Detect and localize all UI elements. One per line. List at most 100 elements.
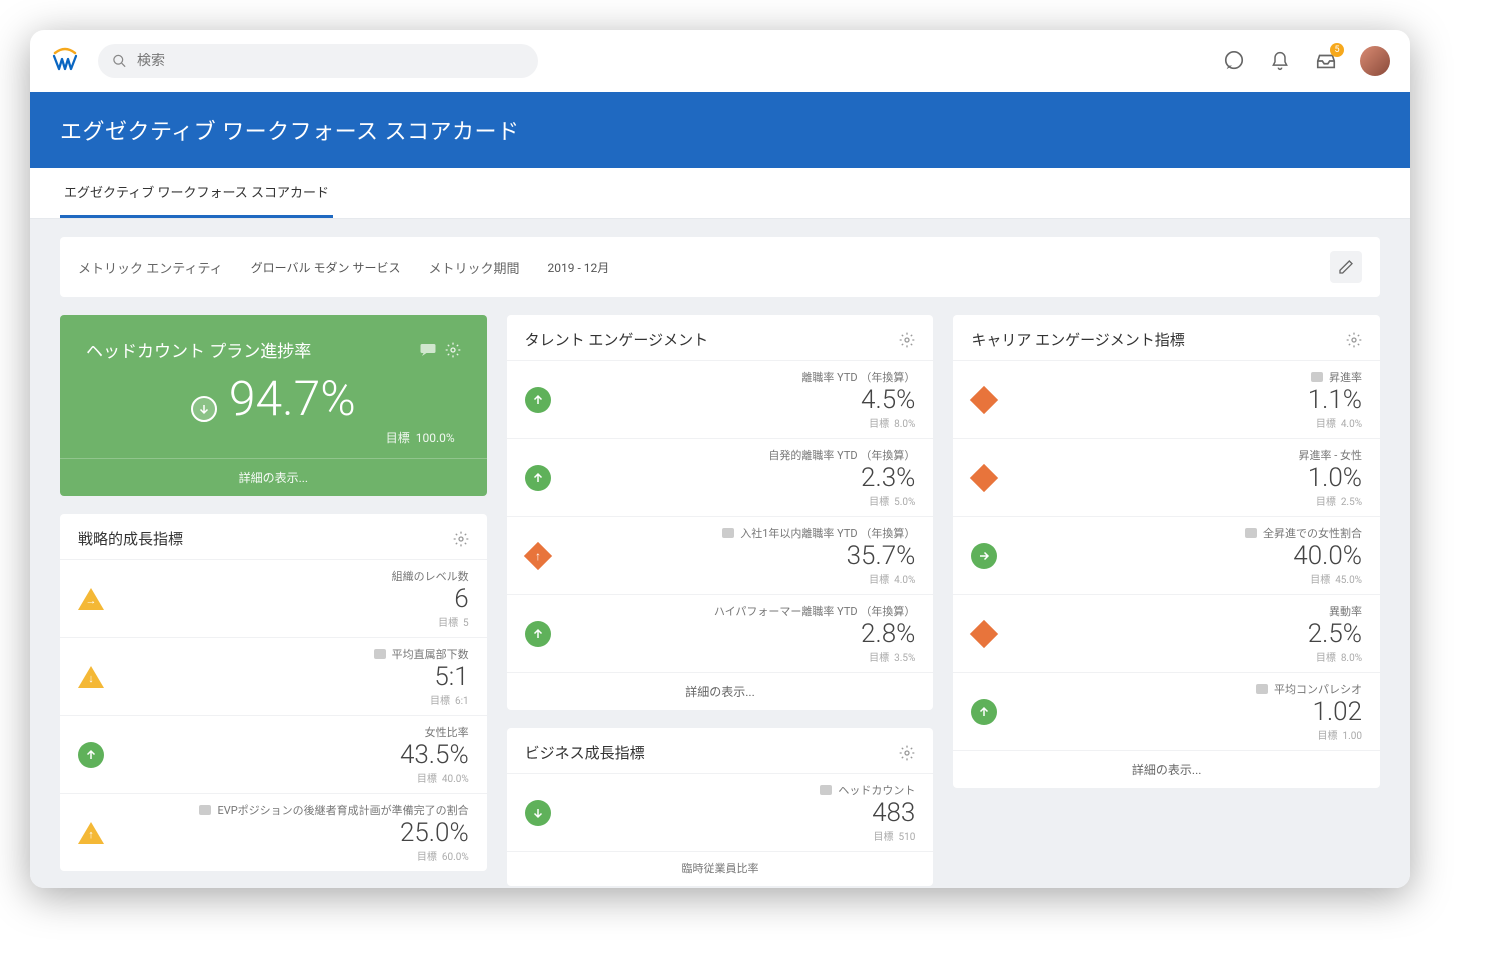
metric-target: 目標 5.0% bbox=[565, 493, 916, 508]
diamond-alert-icon: ↑ bbox=[525, 543, 551, 569]
tab-row: エグゼクティブ ワークフォース スコアカード bbox=[30, 168, 1410, 219]
metric-label: 自発的離職率 YTD （年換算） bbox=[565, 447, 916, 463]
details-link[interactable]: 詳細の表示... bbox=[507, 672, 934, 710]
trend-up-icon bbox=[525, 621, 551, 647]
metric-label: 臨時従業員比率 bbox=[525, 860, 916, 876]
metric-row: ↑ EVPポジションの後継者育成計画が準備完了の割合 25.0% 目標 60.0… bbox=[60, 793, 487, 871]
metric-target: 目標 60.0% bbox=[118, 848, 469, 863]
avatar[interactable] bbox=[1360, 46, 1390, 76]
metric-value: 25.0% bbox=[118, 820, 469, 846]
metric-row: 女性比率 43.5% 目標 40.0% bbox=[60, 715, 487, 793]
metric-label: ヘッドカウント bbox=[565, 782, 916, 798]
metric-value: 2.3% bbox=[565, 465, 916, 491]
trend-right-icon bbox=[971, 543, 997, 569]
gear-icon[interactable] bbox=[899, 332, 915, 348]
details-link[interactable]: 詳細の表示... bbox=[953, 750, 1380, 788]
comment-icon[interactable] bbox=[1256, 684, 1268, 694]
trend-up-icon bbox=[78, 742, 104, 768]
card-strategic-growth: 戦略的成長指標 → 組織のレベル数 6 目標 5 ↓ bbox=[60, 514, 487, 871]
metric-row: → 組織のレベル数 6 目標 5 bbox=[60, 559, 487, 637]
metric-label: 異動率 bbox=[1011, 603, 1362, 619]
metric-value: 5:1 bbox=[118, 664, 469, 690]
metric-label: 平均直属部下数 bbox=[118, 646, 469, 662]
bell-icon[interactable] bbox=[1268, 49, 1292, 73]
metric-target: 目標 2.5% bbox=[1011, 493, 1362, 508]
edit-button[interactable] bbox=[1330, 251, 1362, 283]
card-business-growth: ビジネス成長指標 ヘッドカウント 483 目標 510 臨時従業員比率 bbox=[507, 728, 934, 886]
metric-label: 昇進率 - 女性 bbox=[1011, 447, 1362, 463]
comment-icon[interactable] bbox=[374, 649, 386, 659]
pencil-icon bbox=[1338, 259, 1354, 275]
trend-up-icon bbox=[525, 387, 551, 413]
metric-value: 1.1% bbox=[1011, 387, 1362, 413]
metric-row: ↓ 平均直属部下数 5:1 目標 6:1 bbox=[60, 637, 487, 715]
metric-target: 目標 6:1 bbox=[118, 692, 469, 707]
metric-row: 異動率 2.5% 目標 8.0% bbox=[953, 594, 1380, 672]
metric-target: 目標 5 bbox=[118, 614, 469, 629]
card-title: キャリア エンゲージメント指標 bbox=[971, 329, 1184, 350]
hero-title: ヘッドカウント プラン進捗率 bbox=[86, 337, 311, 362]
gear-icon[interactable] bbox=[445, 342, 461, 358]
gear-icon[interactable] bbox=[899, 745, 915, 761]
metric-target: 目標 40.0% bbox=[118, 770, 469, 785]
filter-period-value: 2019 - 12月 bbox=[548, 259, 610, 276]
comment-icon[interactable] bbox=[419, 342, 437, 358]
inbox-badge: 5 bbox=[1330, 43, 1344, 57]
metric-row: 平均コンパレシオ 1.02 目標 1.00 bbox=[953, 672, 1380, 750]
search-input[interactable] bbox=[137, 53, 524, 69]
metric-label: 全昇進での女性割合 bbox=[1011, 525, 1362, 541]
metric-row: ハイパフォーマー離職率 YTD （年換算） 2.8% 目標 3.5% bbox=[507, 594, 934, 672]
metric-value: 35.7% bbox=[565, 543, 916, 569]
metric-label: 組織のレベル数 bbox=[118, 568, 469, 584]
metric-row: 昇進率 1.1% 目標 4.0% bbox=[953, 360, 1380, 438]
trend-down-icon bbox=[191, 396, 217, 422]
metric-value: 483 bbox=[565, 800, 916, 826]
metric-target: 目標 3.5% bbox=[565, 649, 916, 664]
metric-row: 臨時従業員比率 bbox=[507, 851, 934, 886]
metric-target: 目標 510 bbox=[565, 828, 916, 843]
filter-entity-value: グローバル モダン サービス bbox=[251, 259, 401, 276]
metric-label: 平均コンパレシオ bbox=[1011, 681, 1362, 697]
metric-label: EVPポジションの後継者育成計画が準備完了の割合 bbox=[118, 802, 469, 818]
metric-target: 目標 8.0% bbox=[565, 415, 916, 430]
comment-icon[interactable] bbox=[820, 785, 832, 795]
trend-down-icon bbox=[525, 800, 551, 826]
chat-icon[interactable] bbox=[1222, 49, 1246, 73]
comment-icon[interactable] bbox=[1311, 372, 1323, 382]
page-title: エグゼクティブ ワークフォース スコアカード bbox=[30, 92, 1410, 168]
tab-scorecard[interactable]: エグゼクティブ ワークフォース スコアカード bbox=[60, 168, 333, 218]
metric-row: 全昇進での女性割合 40.0% 目標 45.0% bbox=[953, 516, 1380, 594]
comment-icon[interactable] bbox=[1245, 528, 1257, 538]
metric-target: 目標 4.0% bbox=[565, 571, 916, 586]
search-box[interactable] bbox=[98, 44, 538, 78]
hero-details-link[interactable]: 詳細の表示... bbox=[60, 458, 487, 496]
card-headcount-progress: ヘッドカウント プラン進捗率 94.7% 目標 bbox=[60, 315, 487, 496]
card-title: 戦略的成長指標 bbox=[78, 528, 183, 549]
comment-icon[interactable] bbox=[722, 528, 734, 538]
metric-row: 昇進率 - 女性 1.0% 目標 2.5% bbox=[953, 438, 1380, 516]
content-area: メトリック エンティティ グローバル モダン サービス メトリック期間 2019… bbox=[30, 219, 1410, 888]
metric-value: 6 bbox=[118, 586, 469, 612]
gear-icon[interactable] bbox=[453, 531, 469, 547]
diamond-alert-icon bbox=[971, 621, 997, 647]
card-title: タレント エンゲージメント bbox=[525, 329, 708, 350]
search-icon bbox=[112, 53, 127, 69]
metric-label: 入社1年以内離職率 YTD （年換算） bbox=[565, 525, 916, 541]
hero-target: 目標 100.0% bbox=[86, 429, 461, 446]
logo-icon[interactable] bbox=[50, 46, 80, 76]
metric-row: ヘッドカウント 483 目標 510 bbox=[507, 773, 934, 851]
triangle-warning-icon: → bbox=[78, 588, 104, 610]
metric-label: ハイパフォーマー離職率 YTD （年換算） bbox=[565, 603, 916, 619]
metric-target: 目標 1.00 bbox=[1011, 727, 1362, 742]
diamond-alert-icon bbox=[971, 387, 997, 413]
metric-target: 目標 45.0% bbox=[1011, 571, 1362, 586]
inbox-icon[interactable]: 5 bbox=[1314, 49, 1338, 73]
gear-icon[interactable] bbox=[1346, 332, 1362, 348]
triangle-warning-icon: ↑ bbox=[78, 822, 104, 844]
metric-label: 離職率 YTD （年換算） bbox=[565, 369, 916, 385]
trend-up-icon bbox=[525, 465, 551, 491]
hero-value: 94.7% bbox=[229, 370, 356, 427]
comment-icon[interactable] bbox=[199, 805, 211, 815]
metric-value: 4.5% bbox=[565, 387, 916, 413]
triangle-warning-icon: ↓ bbox=[78, 666, 104, 688]
